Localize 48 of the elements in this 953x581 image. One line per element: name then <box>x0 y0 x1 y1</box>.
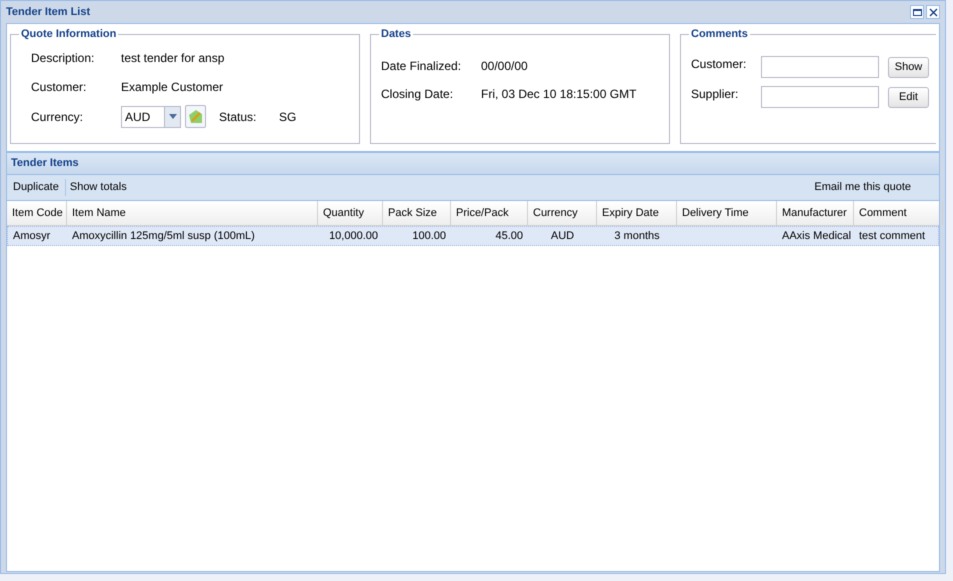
field-label: Date Finalized: <box>381 58 462 75</box>
table-cell-text: 45.00 <box>495 228 523 244</box>
field-value: test tender for ansp <box>121 50 224 67</box>
comment-field[interactable] <box>761 56 879 78</box>
column-header[interactable]: Item Code <box>7 201 67 225</box>
column-header[interactable]: Comment <box>854 201 943 225</box>
window-title: Tender Item List <box>6 4 90 20</box>
close-icon[interactable] <box>926 5 940 19</box>
table-cell-text: 3 months <box>614 228 660 244</box>
caret-icon <box>168 114 176 119</box>
table-cell-text: 100.00 <box>412 228 446 244</box>
table-row[interactable]: Amosyr Amoxycillin 125mg/5ml susp (100mL) 10,000.00 100.00 45.00 AUD 3 months AAxis Medical test comment <box>7 226 939 246</box>
field-value: 00/00/00 <box>481 58 528 75</box>
column-header[interactable]: Manufacturer <box>777 201 854 225</box>
column-header[interactable]: Delivery Time <box>677 201 777 225</box>
email-quote-button[interactable]: Email me this quote <box>814 179 911 196</box>
column-header[interactable]: Currency <box>528 201 597 225</box>
column-header[interactable]: Expiry Date <box>597 201 677 225</box>
field-value: Example Customer <box>121 79 224 96</box>
toolbar-button[interactable]: Duplicate <box>9 179 63 196</box>
field-value: Fri, 03 Dec 10 18:15:00 GMT <box>481 86 636 103</box>
field-label: Closing Date: <box>381 86 454 103</box>
comment-field[interactable] <box>761 86 879 108</box>
edit-icon[interactable] <box>185 105 206 128</box>
table-cell-text: 10,000.00 <box>329 228 378 244</box>
table-cell-text: test comment <box>859 228 926 244</box>
table-cell-text: Amoxycillin 125mg/5ml susp (100mL) <box>72 228 255 244</box>
field-label: Customer: <box>31 79 88 96</box>
column-header[interactable]: Price/Pack <box>451 201 528 225</box>
table-cell-text: AAxis Medical <box>782 228 852 244</box>
toolbar-button[interactable]: Show totals <box>64 179 131 196</box>
field-label: Customer: <box>691 56 748 73</box>
section-title: Quote Information <box>19 27 118 41</box>
panel-title: Tender Items <box>11 156 79 172</box>
column-header[interactable]: Item Name <box>67 201 318 225</box>
table-cell-text: AUD <box>550 228 574 244</box>
field-value: SG <box>279 108 296 126</box>
table-cell-text: Amosyr <box>13 228 50 244</box>
currency-dropdown[interactable]: AUD <box>121 106 181 128</box>
column-header[interactable]: Pack Size <box>383 201 451 225</box>
field-label: Supplier: <box>691 86 740 103</box>
column-header[interactable]: Quantity <box>318 201 383 225</box>
comment-button[interactable]: Show <box>888 56 929 78</box>
maximize-icon[interactable] <box>910 5 924 19</box>
field-label: Status: <box>219 108 258 126</box>
field-label: Description: <box>31 50 96 67</box>
field-label: Currency: <box>31 108 84 126</box>
comment-button[interactable]: Edit <box>888 86 929 108</box>
